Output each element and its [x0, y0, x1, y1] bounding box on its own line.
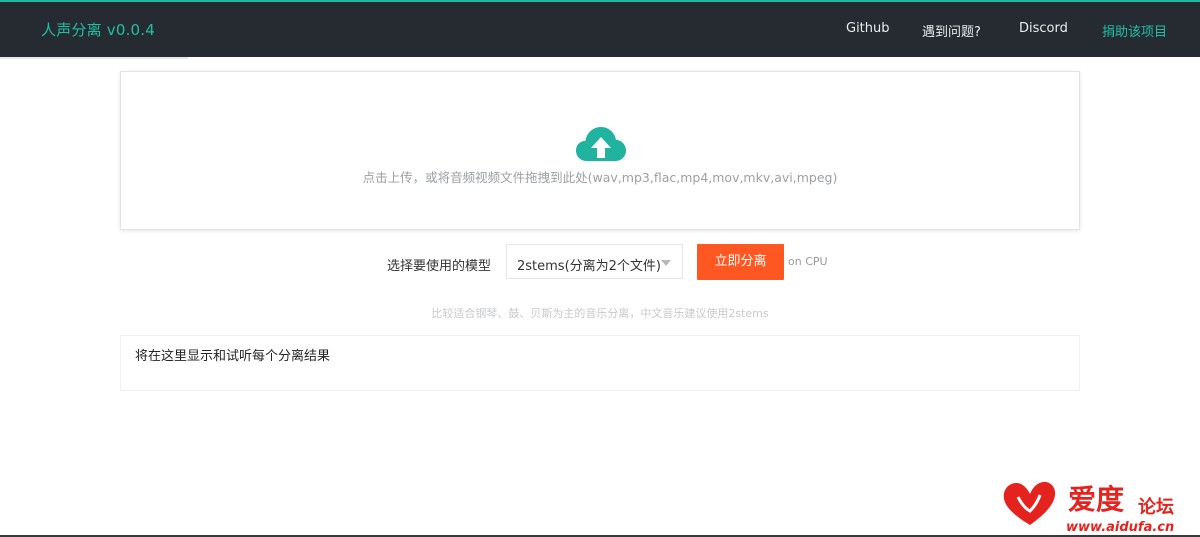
app-title: 人声分离 v0.0.4 — [41, 21, 156, 39]
cloud-upload-icon — [576, 127, 626, 161]
separate-button[interactable]: 立即分离 — [697, 244, 784, 280]
model-label: 选择要使用的模型 — [387, 259, 492, 274]
results-placeholder: 将在这里显示和试听每个分离结果 — [135, 349, 331, 364]
device-label: on CPU — [788, 255, 828, 268]
model-select-value: 2stems(分离为2个文件) — [517, 259, 661, 274]
upload-hint: 点击上传，或将音频视频文件拖拽到此处(wav,mp3,flac,mp4,mov,… — [362, 170, 838, 185]
nav-help[interactable]: 遇到问题? — [922, 21, 981, 40]
model-tip: 比较适合钢琴、鼓、贝斯为主的音乐分离，中文音乐建议使用2stems — [431, 307, 769, 320]
watermark-logo: 爱度 论坛 www.aidufa.cn — [1003, 481, 1174, 535]
nav-discord[interactable]: Discord — [1019, 21, 1068, 36]
svg-text:www.aidufa.cn: www.aidufa.cn — [1066, 520, 1174, 535]
nav-github[interactable]: Github — [846, 21, 890, 36]
svg-text:论坛: 论坛 — [1138, 496, 1174, 518]
svg-text:爱度: 爱度 — [1068, 483, 1124, 516]
nav-donate[interactable]: 捐助该项目 — [1102, 21, 1167, 40]
model-select[interactable]: 2stems(分离为2个文件) — [506, 244, 683, 279]
results-panel: 将在这里显示和试听每个分离结果 — [120, 335, 1080, 391]
navbar-underline — [0, 57, 188, 59]
upload-dropzone[interactable]: 点击上传，或将音频视频文件拖拽到此处(wav,mp3,flac,mp4,mov,… — [120, 71, 1080, 230]
top-navbar: 人声分离 v0.0.4 Github 遇到问题? Discord 捐助该项目 — [0, 0, 1200, 57]
caret-down-icon — [661, 260, 671, 266]
